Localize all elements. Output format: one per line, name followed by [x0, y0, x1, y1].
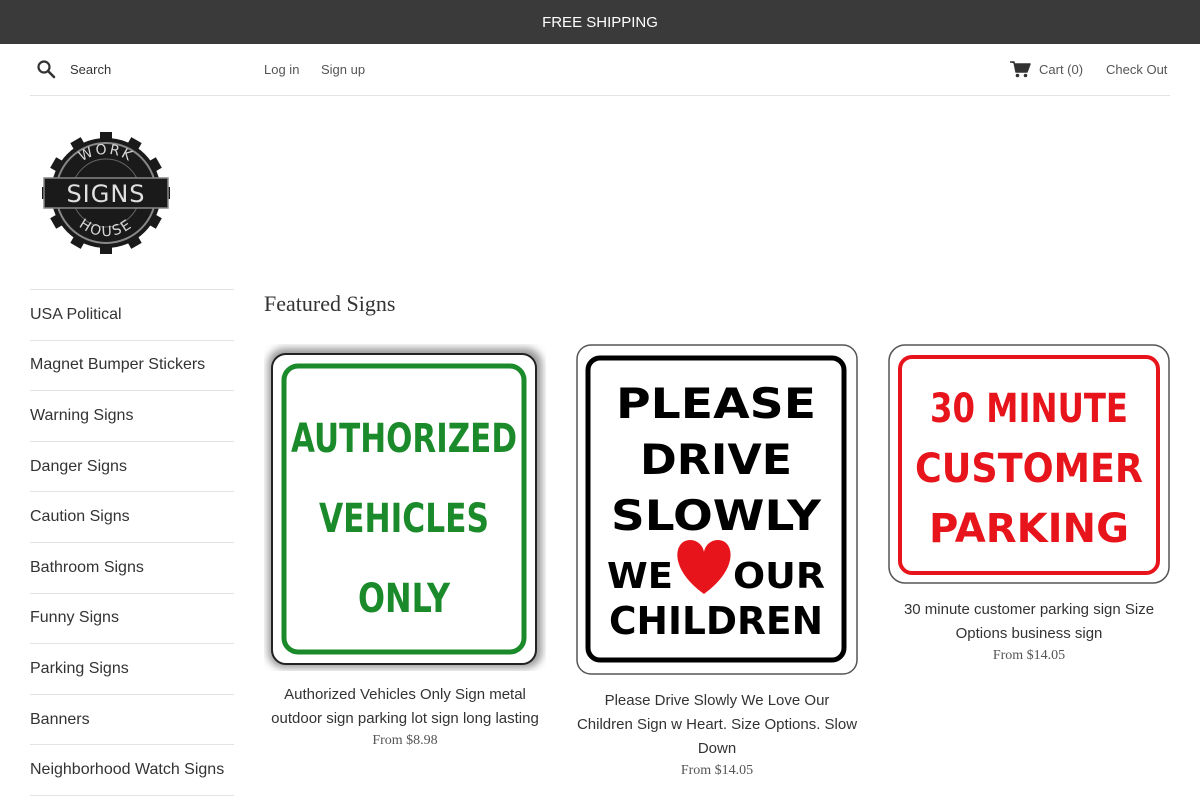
product-card[interactable]: PLEASE DRIVE SLOWLY WE OUR CHILDREN Plea…: [576, 344, 858, 779]
sidebar-item-magnet-bumper-stickers[interactable]: Magnet Bumper Stickers: [30, 341, 234, 392]
sign-line: DRIVE: [640, 435, 792, 484]
sidebar-item-warning-signs[interactable]: Warning Signs: [30, 391, 234, 442]
sidebar-item-neighborhood-watch-signs[interactable]: Neighborhood Watch Signs: [30, 745, 234, 796]
announcement-bar: FREE SHIPPING: [0, 0, 1200, 44]
sidebar-nav: USA Political Magnet Bumper Stickers War…: [30, 289, 234, 796]
sidebar-item-usa-political[interactable]: USA Political: [30, 290, 234, 341]
sidebar-item-bathroom-signs[interactable]: Bathroom Signs: [30, 543, 234, 594]
sign-line: PARKING: [929, 506, 1129, 552]
cart-link[interactable]: Cart (0): [1039, 62, 1083, 77]
sidebar-item-banners[interactable]: Banners: [30, 695, 234, 746]
sign-line: 30 MINUTE: [930, 386, 1128, 432]
sign-line: CHILDREN: [609, 599, 823, 643]
signup-link[interactable]: Sign up: [321, 62, 365, 77]
login-link[interactable]: Log in: [264, 62, 299, 77]
sign-line: PLEASE: [616, 379, 816, 428]
cart-icon[interactable]: [1010, 60, 1032, 78]
product-image[interactable]: AUTHORIZED VEHICLES ONLY: [264, 344, 546, 671]
checkout-link[interactable]: Check Out: [1106, 62, 1167, 77]
logo-main-text: SIGNS: [66, 180, 145, 208]
section-title: Featured Signs: [264, 291, 396, 316]
top-bar: Log in Sign up Cart (0) Check Out: [30, 44, 1170, 96]
sign-line: AUTHORIZED: [291, 416, 517, 462]
sign-line: SLOWLY: [611, 491, 822, 540]
logo[interactable]: WORK SIGNS HOUSE: [36, 132, 176, 254]
product-title[interactable]: Authorized Vehicles Only Sign metal outd…: [264, 683, 546, 731]
product-price: From $14.05: [992, 648, 1066, 663]
sidebar-item-caution-signs[interactable]: Caution Signs: [30, 492, 234, 543]
product-title[interactable]: Please Drive Slowly We Love Our Children…: [576, 689, 858, 761]
sign-line: OUR: [733, 556, 825, 597]
product-image[interactable]: PLEASE DRIVE SLOWLY WE OUR CHILDREN: [576, 344, 858, 675]
product-title[interactable]: 30 minute customer parking sign Size Opt…: [888, 598, 1170, 646]
sidebar-item-parking-signs[interactable]: Parking Signs: [30, 644, 234, 695]
product-card[interactable]: AUTHORIZED VEHICLES ONLY Authorized Vehi…: [264, 344, 546, 749]
sign-line: VEHICLES: [319, 496, 489, 542]
search-icon[interactable]: [36, 59, 56, 79]
sign-line: WE: [607, 556, 673, 597]
sign-line: CUSTOMER: [915, 446, 1143, 492]
search-input[interactable]: [70, 58, 250, 80]
product-image[interactable]: 30 MINUTE CUSTOMER PARKING: [888, 344, 1170, 584]
sign-line: ONLY: [358, 576, 451, 622]
sidebar-item-funny-signs[interactable]: Funny Signs: [30, 594, 234, 645]
product-price: From $8.98: [372, 733, 438, 748]
sidebar-item-danger-signs[interactable]: Danger Signs: [30, 442, 234, 493]
product-price: From $14.05: [680, 763, 754, 778]
product-card[interactable]: 30 MINUTE CUSTOMER PARKING 30 minute cus…: [888, 344, 1170, 664]
announcement-text: FREE SHIPPING: [542, 13, 658, 31]
